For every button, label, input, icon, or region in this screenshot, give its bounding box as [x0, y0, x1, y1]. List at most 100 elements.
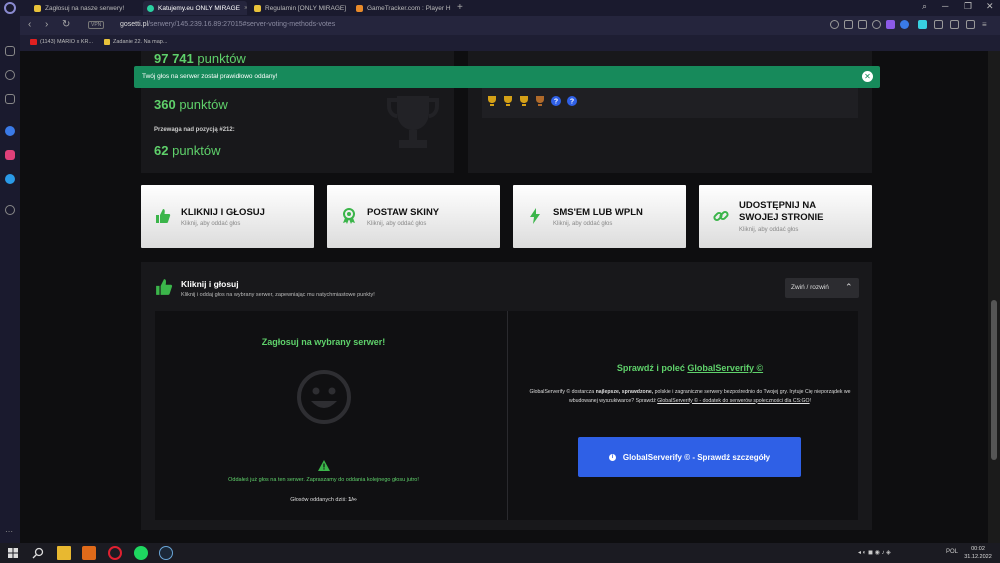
smiley-icon — [297, 370, 351, 424]
forward-icon[interactable]: › — [45, 19, 48, 30]
top-points-value: 97 741 — [154, 51, 194, 66]
tab-label: GameTracker.com : Player H — [367, 4, 451, 12]
bookmark-1[interactable]: Zadanie 22. Na map... — [104, 39, 167, 45]
card-sms[interactable]: SMS'EM LUB WPLN Kliknij, aby oddać głos — [513, 185, 686, 248]
card-share[interactable]: UDOSTĘPNIJ NA SWOJEJ STRONIE Kliknij, ab… — [699, 185, 872, 248]
url-field[interactable]: gosetti.pl/serwery/145.239.16.89:27015#s… — [120, 21, 335, 28]
spotify-icon[interactable] — [134, 546, 148, 560]
close-window-icon[interactable]: ✕ — [986, 1, 994, 12]
steam-icon[interactable] — [159, 546, 173, 560]
serverify-heading-prefix: Sprawdź i poleć — [616, 363, 685, 373]
bookmark-label: Zadanie 22. Na map... — [113, 39, 168, 45]
tab-0[interactable]: Zagłosuj na nasze serwery! — [30, 1, 142, 15]
file-explorer-icon[interactable] — [57, 546, 71, 560]
twitter-icon[interactable] — [5, 174, 15, 184]
serverify-heading-link[interactable]: GlobalServerify © — [687, 363, 763, 373]
serverify-heading: Sprawdź i poleć GlobalServerify © — [507, 363, 873, 373]
votes-today-value: 1/∞ — [348, 497, 357, 503]
tab-3[interactable]: GameTracker.com : Player H — [352, 1, 452, 15]
speaker-icon[interactable] — [918, 20, 927, 29]
history-sidebar-icon[interactable] — [5, 70, 15, 80]
gold-trophy-icon — [520, 96, 528, 106]
card-skins[interactable]: POSTAW SKINY Kliknij, aby oddać głos — [327, 185, 500, 248]
chevron-up-icon: ⌃ — [845, 282, 853, 292]
collapse-toggle-button[interactable]: Zwiń / rozwiń ⌃ — [785, 278, 859, 298]
youtube-icon — [30, 39, 37, 45]
app-icon[interactable] — [82, 546, 96, 560]
extension-icon[interactable] — [886, 20, 895, 29]
tab-favicon-icon — [147, 4, 154, 12]
settings-icon[interactable] — [966, 20, 975, 29]
bolt-icon — [530, 208, 540, 224]
search-icon[interactable] — [830, 20, 839, 29]
serverify-description: GlobalServerify © dostarcza najlepsze, s… — [515, 388, 865, 405]
alert-close-icon[interactable]: ✕ — [862, 71, 873, 82]
zoom-icon[interactable] — [844, 20, 853, 29]
clock[interactable]: 00:02 31.12.2022 — [964, 545, 992, 561]
back-icon[interactable]: ‹ — [28, 19, 31, 30]
svg-text:?: ? — [554, 99, 558, 106]
more-icon[interactable]: ⋯ — [5, 527, 15, 537]
instagram-icon[interactable] — [5, 150, 15, 160]
serverify-column — [507, 311, 858, 520]
tab-favicon-icon — [34, 4, 41, 12]
page-scrollbar[interactable] — [988, 51, 1000, 543]
gold-trophy-icon — [488, 96, 496, 106]
tab-favicon-icon — [356, 4, 363, 12]
minimize-icon[interactable]: ─ — [942, 1, 948, 11]
desc-text: ! — [809, 397, 811, 404]
vote-message: Oddałeś już głos na ten serwer. Zaprasza… — [228, 477, 419, 483]
extension-icon[interactable] — [900, 20, 909, 29]
clock-icon[interactable] — [872, 20, 881, 29]
section-title: Kliknij i głosuj — [181, 279, 239, 289]
desc-text: GlobalServerify © dostarcza — [529, 389, 596, 395]
download-icon[interactable] — [934, 20, 943, 29]
card-title: SMS'EM LUB WPLN — [553, 207, 643, 218]
advantage-points: 62 punktów — [154, 143, 221, 158]
advantage-label: Przewaga nad pozycją #212: — [154, 127, 235, 133]
messenger-icon[interactable] — [5, 126, 15, 136]
tab-1[interactable]: Katujemy.eu ONLY MIRAGE × — [143, 1, 247, 15]
mid-points-unit: punktów — [179, 97, 228, 112]
tab-favicon-icon — [254, 4, 261, 12]
search-icon[interactable] — [31, 546, 45, 560]
reload-icon[interactable]: ↻ — [62, 19, 70, 30]
serverify-details-button[interactable]: i GlobalServerify © - Sprawdź szczegóły — [578, 437, 801, 477]
search-tabs-icon[interactable]: ⌕ — [922, 1, 927, 12]
card-title: POSTAW SKINY — [367, 207, 440, 218]
question-icon: ? — [551, 96, 561, 106]
menu-icon[interactable]: ≡ — [982, 20, 991, 29]
votes-today-label: Głosów oddanych dziś: — [290, 497, 347, 503]
bag-sidebar-icon[interactable] — [5, 94, 15, 104]
bookmark-0[interactable]: (1143) MARIO x KR... — [30, 39, 93, 45]
url-path: /serwery/145.239.16.89:27015#server-voti… — [148, 21, 336, 28]
serverify-addon-link[interactable]: GlobalServerify © - dodatek do serwerów … — [657, 398, 809, 404]
messenger-sidebar-icon[interactable] — [5, 46, 15, 56]
scrollbar-thumb[interactable] — [991, 300, 997, 460]
snapshot-icon[interactable] — [950, 20, 959, 29]
language-indicator[interactable]: POL — [946, 549, 958, 555]
new-tab-icon[interactable]: + — [457, 2, 463, 13]
info-icon: i — [608, 453, 616, 461]
card-click-vote[interactable]: KLIKNIJ I GŁOSUJ Kliknij, aby oddać głos — [141, 185, 314, 248]
windows-start-icon[interactable] — [6, 546, 20, 560]
tab-close-icon[interactable]: × — [244, 5, 247, 12]
opera-taskbar-icon[interactable] — [108, 546, 122, 560]
card-title: KLIKNIJ I GŁOSUJ — [181, 207, 265, 218]
tab-2[interactable]: Regulamin [ONLY MIRAGE] — [250, 1, 350, 15]
card-subtitle: Kliknij, aby oddać głos — [739, 227, 799, 233]
award-icon — [343, 208, 355, 224]
link-icon — [713, 210, 729, 222]
button-label: GlobalServerify © - Sprawdź szczegóły — [622, 452, 771, 462]
clock-date: 31.12.2022 — [964, 554, 992, 560]
opera-logo-icon[interactable] — [4, 2, 16, 14]
trophy-watermark-icon — [387, 96, 439, 148]
tray-icons[interactable]: ◂ ◐ ◼ ◉ ♪ ◈ — [858, 549, 891, 556]
maximize-icon[interactable]: ❐ — [964, 1, 972, 12]
camera-icon[interactable] — [858, 20, 867, 29]
vpn-badge[interactable]: VPN — [88, 21, 105, 29]
taskbar — [0, 543, 1000, 563]
gold-trophy-icon — [504, 96, 512, 106]
votes-today: Głosów oddanych dziś: 1/∞ — [155, 497, 492, 503]
clock-sidebar-icon[interactable] — [5, 205, 15, 215]
